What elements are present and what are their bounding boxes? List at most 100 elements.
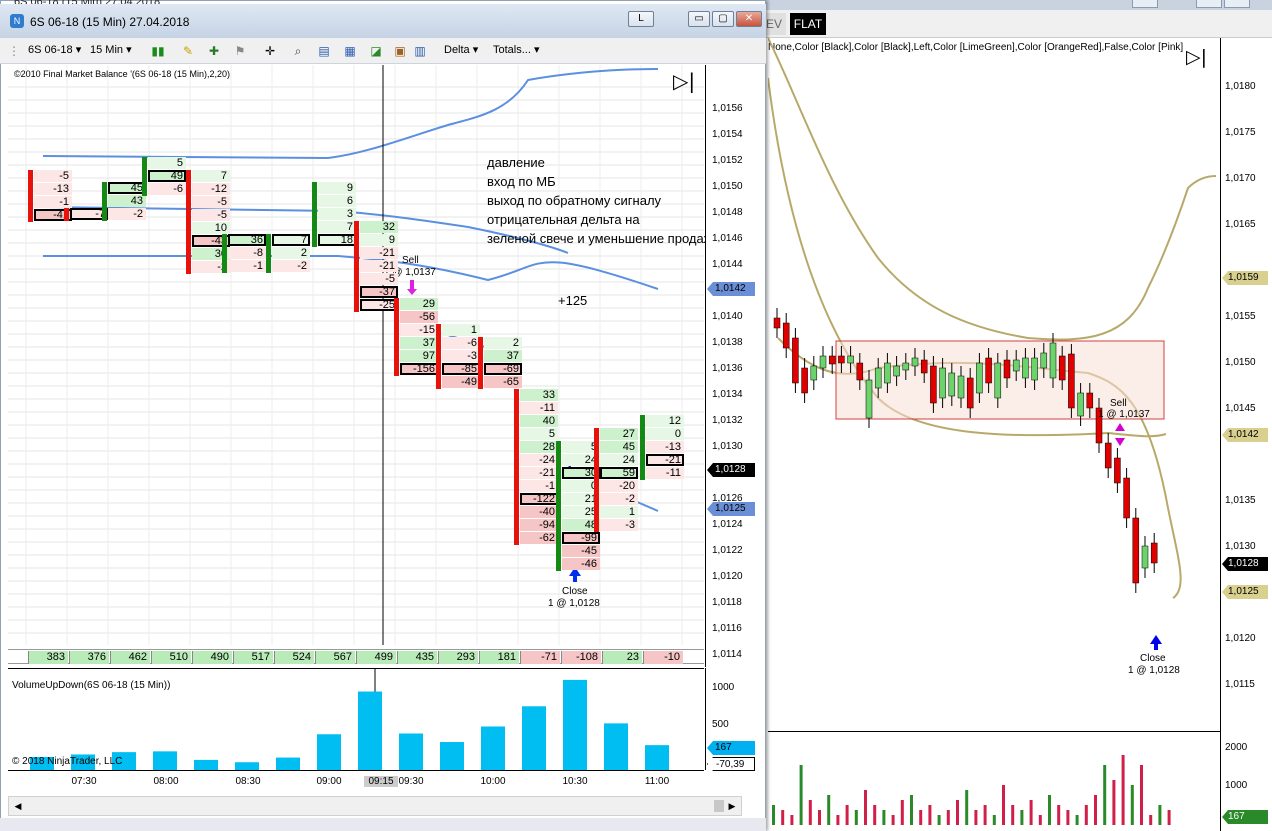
bg-volume-bar [910, 795, 913, 825]
copyright-text: © 2018 NinjaTrader, LLC [12, 756, 123, 767]
bg-minimize-button[interactable] [1132, 0, 1158, 8]
bg-candle [1123, 477, 1130, 519]
price-tick: 1,0144 [712, 259, 743, 270]
bg-volume-bar [808, 800, 812, 825]
time-tick: 08:00 [153, 776, 179, 787]
horizontal-scrollbar[interactable]: ◀ ▶ [8, 796, 742, 816]
bg-volume-bar [891, 815, 895, 825]
bg-volume-bar [1057, 805, 1061, 825]
bg-candle [874, 367, 882, 389]
delta-totals-row: 383 376 462 510 490 517 524 567 499 435 293 181 -71-… [8, 649, 704, 664]
bg-price-tag: 1,0142 [1222, 428, 1268, 442]
bg-candle [1031, 357, 1038, 381]
bg-volume-bar [864, 790, 867, 825]
scroll-right-icon[interactable]: ▶ [724, 798, 740, 814]
bg-candle [1086, 392, 1094, 409]
maximize-button[interactable]: ▢ [712, 11, 734, 27]
profit-label: +125 [558, 293, 588, 308]
volume-bar [440, 742, 464, 770]
bg-candle [1077, 392, 1084, 417]
bg-maximize-button[interactable] [1196, 0, 1222, 8]
bg-price-tick: 1,0165 [1225, 219, 1256, 230]
totals-selector[interactable]: Totals... ▾ [493, 43, 539, 56]
price-tag: 1,0125 [707, 502, 755, 516]
bg-price-tick: 1,0150 [1225, 357, 1256, 368]
instrument-selector[interactable]: 6S 06-18 ▾ [28, 43, 81, 56]
bg-close-arrow-icon [1150, 635, 1162, 644]
bg-candle [985, 357, 992, 384]
bg-candle [1049, 342, 1057, 379]
delta-total-cell: 567 [315, 651, 355, 664]
bg-candle [847, 355, 854, 364]
app-icon: N [10, 14, 24, 28]
chart-trader-icon[interactable]: ◪ [368, 43, 384, 59]
indicator-icon[interactable]: ✚ [206, 43, 222, 59]
strategy-icon[interactable]: ⚑ [232, 43, 248, 59]
minimize-button[interactable]: ▭ [688, 11, 710, 27]
bg-candle [966, 377, 974, 409]
delta-total-cell: 435 [397, 651, 437, 664]
bg-sell-detail: 1 @ 1,0137 [1098, 409, 1150, 420]
volume-bar [276, 757, 300, 770]
snapshot-icon[interactable]: ▣ [392, 43, 408, 59]
price-tick: 1,0154 [712, 129, 743, 140]
volume-tag: 167 [707, 741, 755, 755]
bg-volume-bar [1130, 785, 1134, 825]
volume-bar [645, 745, 669, 770]
delta-total-cell: 293 [438, 651, 478, 664]
price-chart [8, 65, 704, 645]
bg-candle [1012, 359, 1020, 372]
bg-volume-bar [1002, 785, 1005, 825]
bg-price-tick: 1,0170 [1225, 173, 1256, 184]
upper-band-line [768, 38, 1217, 341]
panel-icon[interactable]: ▥ [412, 43, 428, 59]
delta-selector[interactable]: Delta ▾ [444, 43, 478, 56]
zoom-icon[interactable]: ⌕ [290, 43, 306, 59]
delta-total-cell: 462 [110, 651, 150, 664]
volume-indicator-label: VolumeUpDown(6S 06-18 (15 Min)) [12, 680, 171, 691]
bg-candle [1040, 352, 1048, 369]
bg-volume-bar [1094, 795, 1097, 825]
crosshair-icon[interactable]: ✛ [262, 43, 278, 59]
interval-selector[interactable]: 15 Min ▾ [90, 43, 132, 56]
bg-volume-bar [1140, 765, 1143, 825]
indicator-label: ©2010 Final Market Balance '(6S 06-18 (1… [14, 69, 230, 79]
bg-toolbar [760, 10, 1272, 38]
scroll-left-icon[interactable]: ◀ [10, 798, 26, 814]
price-tick: 1,0120 [712, 571, 743, 582]
link-button[interactable]: L [628, 11, 654, 27]
close-button[interactable]: ✕ [736, 11, 762, 27]
delta-total-cell: -71 [520, 651, 560, 664]
bg-volume-bar [1029, 800, 1033, 825]
volume-bar [563, 679, 587, 770]
bg-candle [1150, 542, 1158, 564]
time-tick: 09:00 [316, 776, 342, 787]
bg-candle [957, 375, 965, 399]
time-tick: 09:30 [398, 776, 424, 787]
bg-price-tick: 1,0175 [1225, 127, 1256, 138]
price-tick: 1,0134 [712, 389, 743, 400]
data-box-icon[interactable]: ▦ [342, 43, 358, 59]
bg-close-button[interactable] [1224, 0, 1250, 8]
bg-candle [1132, 517, 1140, 584]
chart-style-icon[interactable]: ▮▮ [150, 43, 166, 59]
bg-candle [801, 367, 808, 394]
bg-volume-bar [772, 805, 775, 825]
volume-bar [399, 733, 423, 770]
drawing-tool-icon[interactable]: ✎ [180, 43, 196, 59]
bg-candle [1114, 457, 1121, 484]
bg-candle [810, 365, 818, 381]
volume-tag: -70,39 [707, 757, 755, 771]
delta-label: Delta [444, 44, 470, 56]
bg-volume-bar [937, 815, 941, 825]
scroll-thumb[interactable] [714, 800, 724, 812]
bg-volume-bar [919, 810, 923, 825]
bg-sell-text: Sell [1110, 398, 1127, 409]
bg-volume-bar [1149, 815, 1153, 825]
scroll-end-icon[interactable]: ▷| [673, 70, 695, 92]
price-tick: 1,0136 [712, 363, 743, 374]
bg-volume-bar [1084, 805, 1088, 825]
properties-icon[interactable]: ▤ [316, 43, 332, 59]
bg-volume-bar [946, 810, 950, 825]
bg-price-tag: 1,0128 [1222, 557, 1268, 571]
